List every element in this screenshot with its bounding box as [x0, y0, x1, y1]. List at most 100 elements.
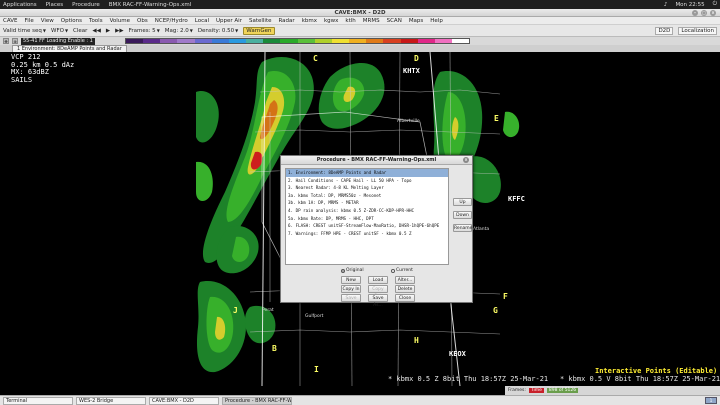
colorbar-swatch	[126, 39, 144, 43]
reflectivity-legend[interactable]: * kbmx 0.5 Z 8bit Thu 18:57Z 25-Mar-21	[388, 375, 548, 383]
perspective-localization[interactable]: Localization	[678, 26, 717, 35]
point-label-d[interactable]: D	[414, 54, 419, 63]
menu-tools[interactable]: Tools	[89, 18, 103, 24]
menu-cave[interactable]: CAVE	[3, 18, 18, 24]
procedure-list[interactable]: 1. Environment: 8DeAMP Points and Radar 2…	[285, 168, 449, 265]
workspace-pager[interactable]: 1	[705, 397, 717, 404]
close-icon[interactable]: ×	[463, 157, 469, 163]
main-toolbar: Valid time seq ▼ WFO ▼ Clear ◀◀ ▶ ▶▶ Frame…	[0, 25, 720, 37]
volume-icon[interactable]: ♪	[664, 2, 668, 8]
density-dropdown[interactable]: Density: 0.50 ▼	[198, 28, 238, 34]
valid-time-dropdown[interactable]: Valid time seq ▼	[3, 28, 46, 34]
point-label-f[interactable]: F	[503, 292, 508, 301]
colorbar-swatch	[194, 39, 212, 43]
velocity-legend[interactable]: * kbmx 0.5 V 8bit Thu 18:57Z 25-Mar-21	[560, 375, 720, 383]
menu-ncep-hydro[interactable]: NCEP/Hydro	[155, 18, 188, 24]
menu-scan[interactable]: SCAN	[387, 18, 402, 24]
radar-info-block: VCP 212 0.25 km 0.5 dAz MX: 63dBZ SAILS	[11, 53, 74, 84]
sails-label: SAILS	[11, 75, 33, 84]
radio-original[interactable]: Original	[341, 268, 364, 273]
station-kffc: KFFC	[508, 195, 525, 203]
procedure-list-item[interactable]: 2. Hail Conditions - CAPE Hail - LL 50 H…	[286, 177, 448, 185]
wfo-dropdown[interactable]: WFO ▼	[51, 28, 68, 34]
applications-menu[interactable]: Applications	[3, 2, 37, 8]
mag-dropdown[interactable]: Mag: 2.0 ▼	[165, 28, 193, 34]
procedure-list-item[interactable]: 3a. kbmx Total: DP, MRMS50z - Mesonet	[286, 192, 448, 200]
menu-mrms[interactable]: MRMS	[363, 18, 380, 24]
task-terminal[interactable]: Terminal	[3, 396, 73, 405]
menu-kgwx[interactable]: kgwx	[324, 18, 338, 24]
minimize-icon[interactable]: –	[692, 10, 698, 16]
colorbar-swatch	[160, 39, 178, 43]
menu-options[interactable]: Options	[61, 18, 82, 24]
chevron-down-icon: ▼	[42, 28, 46, 33]
power-icon[interactable]: ⏻	[713, 1, 717, 8]
dialog-title: Procedure - BMX RAC-FF-Warning-Ops.xml	[316, 157, 437, 163]
menu-maps[interactable]: Maps	[409, 18, 423, 24]
point-label-c[interactable]: C	[313, 54, 318, 63]
procedure-list-item[interactable]: 5a. kbmx Rate: DP, MRMS - HHC, DPT	[286, 215, 448, 223]
menu-upper-air[interactable]: Upper Air	[216, 18, 242, 24]
menu-radar[interactable]: Radar	[278, 18, 294, 24]
menu-bar: CAVE File View Options Tools Volume Obs NCEP/Hy…	[0, 17, 720, 25]
procedure-list-item[interactable]: 3. Nearest Radar: 4-8 KL Melting Layer	[286, 184, 448, 192]
menu-satellite[interactable]: Satellite	[249, 18, 272, 24]
alter-button[interactable]: Alter...	[395, 276, 415, 284]
procedure-list-item[interactable]: 4. DP rain analysis: kbmx 0.5 Z-ZDR-CC-K…	[286, 207, 448, 215]
load-button[interactable]: Load	[368, 276, 388, 284]
warngen-button[interactable]: WarnGen	[243, 26, 275, 35]
procedure-list-item[interactable]: 6. FLASH: CREST unitSF-StreamFlow-MaxRat…	[286, 222, 448, 230]
delete-button[interactable]: Delete	[395, 285, 415, 293]
point-label-h[interactable]: H	[414, 336, 419, 345]
pan-icon[interactable]: ✥	[3, 38, 9, 44]
menu-ktlh[interactable]: ktlh	[345, 18, 355, 24]
rename-button[interactable]: Rename...	[453, 224, 477, 232]
point-label-b[interactable]: B	[272, 344, 277, 353]
memory-indicator: 898 of 5126	[546, 388, 579, 393]
window-title-bar[interactable]: CAVE:BMX - D2D – □ ×	[0, 9, 720, 17]
procedure-list-item[interactable]: 1. Environment: 8DeAMP Points and Radar	[286, 169, 448, 177]
save-button[interactable]: Save	[341, 294, 361, 302]
point-label-e[interactable]: E	[494, 114, 499, 123]
clear-button[interactable]: Clear	[73, 28, 87, 34]
task-cave[interactable]: CAVE:BMX - D2D	[149, 396, 219, 405]
colorbar-swatch	[143, 39, 161, 43]
down-button[interactable]: Down	[453, 211, 472, 219]
perspective-d2d[interactable]: D2D	[655, 26, 674, 35]
zoom-icon[interactable]: ⊕	[12, 38, 18, 44]
step-forward-icon[interactable]: ▶▶	[115, 28, 123, 34]
active-window-title: BMX RAC-FF-Warning-Ops.xml	[108, 1, 192, 8]
places-menu[interactable]: Places	[46, 2, 64, 8]
menu-kbmx[interactable]: kbmx	[302, 18, 317, 24]
close-button[interactable]: Close	[395, 294, 415, 302]
clock[interactable]: Mon 22:55	[675, 2, 704, 8]
new-button[interactable]: New	[341, 276, 361, 284]
menu-volume[interactable]: Volume	[110, 18, 130, 24]
procedure-list-item[interactable]: 3b. kbm 1A: DP, MRMS - METAR	[286, 199, 448, 207]
menu-obs[interactable]: Obs	[137, 18, 148, 24]
radio-current[interactable]: Current	[391, 268, 413, 273]
task-procedure[interactable]: Procedure - BMX RAC-FF-Warning-...	[222, 396, 292, 405]
procedure-app-menu[interactable]: Procedure	[72, 2, 100, 8]
copy-out-button[interactable]: Copy Out	[368, 285, 388, 299]
menu-file[interactable]: File	[25, 18, 34, 24]
tab-environment[interactable]: 1 Environment: 8DeAMP Points and Radar	[12, 45, 127, 52]
menu-view[interactable]: View	[41, 18, 54, 24]
procedure-list-item[interactable]: 7. Warnings: FFMP HPE - CREST unitSF - k…	[286, 230, 448, 238]
maximize-icon[interactable]: □	[701, 10, 707, 16]
close-icon[interactable]: ×	[710, 10, 716, 16]
point-label-i[interactable]: I	[314, 365, 319, 374]
menu-local[interactable]: Local	[195, 18, 209, 24]
frames-dropdown[interactable]: Frames: 5 ▼	[129, 28, 160, 34]
point-label-j[interactable]: J	[233, 306, 238, 315]
copy-in-button[interactable]: Copy In	[341, 285, 361, 293]
play-icon[interactable]: ▶	[106, 28, 110, 34]
step-back-icon[interactable]: ◀◀	[92, 28, 100, 34]
task-wes2-bridge[interactable]: WES-2 Bridge	[76, 396, 146, 405]
dialog-title-bar[interactable]: Procedure - BMX RAC-FF-Warning-Ops.xml ×	[281, 156, 472, 165]
menu-help[interactable]: Help	[430, 18, 443, 24]
save-as-button[interactable]: Save As...	[368, 294, 388, 308]
point-label-g[interactable]: G	[493, 306, 498, 315]
up-button[interactable]: Up	[453, 198, 472, 206]
interactive-points-legend[interactable]: Interactive Points (Editable)	[595, 367, 717, 375]
